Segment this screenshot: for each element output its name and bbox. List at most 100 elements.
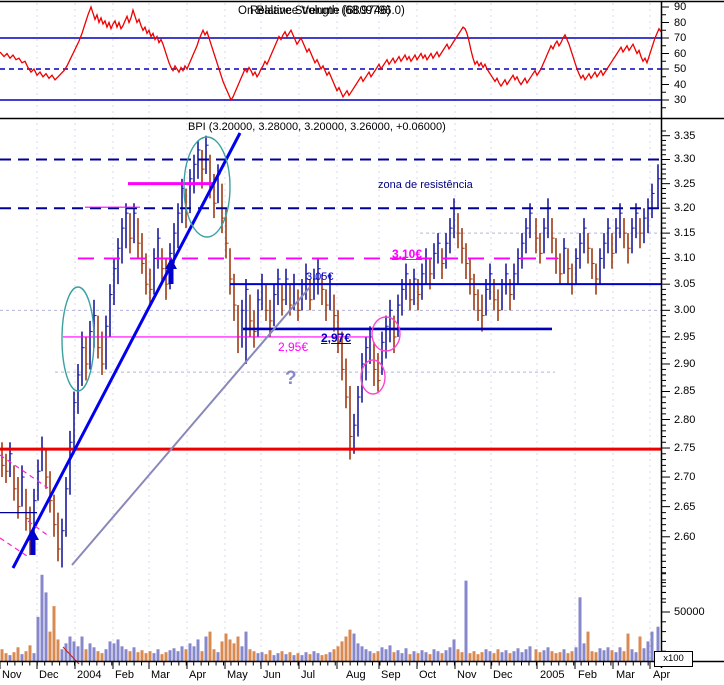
month-label: May xyxy=(227,669,248,681)
price-axis-label: 2.75 xyxy=(674,442,696,455)
month-label: Nov xyxy=(2,669,22,681)
volume-bar xyxy=(534,649,538,661)
volume-bar xyxy=(52,606,56,661)
volume-bar xyxy=(472,651,476,661)
volume-bar xyxy=(340,641,344,661)
volume-bar xyxy=(400,653,404,661)
month-label: Dec xyxy=(493,669,513,681)
volume-bar xyxy=(148,651,152,661)
volume-bar xyxy=(432,649,436,661)
volume-bar xyxy=(496,649,500,661)
volume-bar xyxy=(512,651,516,661)
volume-bar xyxy=(88,643,92,661)
volume-bar xyxy=(492,653,496,661)
volume-bar xyxy=(448,647,452,661)
volume-bar xyxy=(582,643,586,661)
volume-bar xyxy=(156,649,160,661)
volume-bar xyxy=(284,654,288,661)
month-label: 2005 xyxy=(540,669,565,681)
volume-bar xyxy=(594,652,598,661)
month-label: Apr xyxy=(653,669,671,681)
volume-bar xyxy=(440,653,444,661)
volume-bar xyxy=(76,646,80,661)
indicator-axis-label: 30 xyxy=(674,94,687,106)
price-axis-label: 2.90 xyxy=(674,357,696,370)
volume-bar xyxy=(276,653,280,661)
volume-bar xyxy=(404,648,408,661)
volume-bar xyxy=(180,646,184,661)
volume-bar xyxy=(328,652,332,661)
month-label: Apr xyxy=(189,669,207,681)
volume-bar xyxy=(384,649,388,661)
volume-bar xyxy=(92,647,96,661)
indicator-axis-label: 50 xyxy=(674,63,687,75)
volume-bar xyxy=(380,647,384,661)
indicator-axis-label: 40 xyxy=(674,78,687,91)
volume-bar xyxy=(280,651,284,661)
month-label: Nov xyxy=(457,669,477,681)
volume-bar xyxy=(554,653,558,661)
volume-bar xyxy=(550,651,554,661)
volume-bar xyxy=(4,653,8,661)
volume-bar xyxy=(112,643,116,661)
volume-bar xyxy=(392,652,396,661)
volume-bar xyxy=(508,653,512,661)
volume-bar xyxy=(256,653,260,661)
volume-bar xyxy=(574,647,578,661)
volume-bar xyxy=(152,653,156,661)
volume-bar xyxy=(60,649,64,661)
volume-bar xyxy=(272,655,276,661)
volume-bar xyxy=(452,639,456,661)
volume-bar xyxy=(468,653,472,661)
volume-axis-label: 50000 xyxy=(674,606,705,618)
volume-bar xyxy=(524,649,528,661)
volume-bar xyxy=(124,649,128,661)
volume-bar xyxy=(244,631,248,661)
volume-bar xyxy=(300,655,304,661)
volume-bar xyxy=(172,648,176,661)
price-axis-label: 3.20 xyxy=(674,202,696,215)
volume-bar xyxy=(32,653,36,661)
volume-bar xyxy=(216,652,220,661)
volume-bar xyxy=(578,597,582,661)
volume-bar xyxy=(500,652,504,661)
volume-bar xyxy=(504,650,508,661)
price-axis-label: 3.30 xyxy=(674,153,696,166)
volume-bar xyxy=(20,654,24,661)
volume-bar xyxy=(80,636,84,661)
volume-bar xyxy=(68,636,72,661)
volume-bar xyxy=(0,649,4,661)
volume-bar xyxy=(590,651,594,661)
volume-bar xyxy=(316,653,320,661)
volume-bar xyxy=(132,647,136,661)
volume-bar xyxy=(484,649,488,661)
volume-bar xyxy=(312,651,316,661)
volume-bar xyxy=(538,652,542,661)
price-axis-label: 3.00 xyxy=(674,304,696,317)
volume-bar xyxy=(144,653,148,661)
metastock-chart-window: On Balance Volume (6809796.0) Relative S… xyxy=(0,0,724,685)
volume-bar xyxy=(396,650,400,661)
volume-bar xyxy=(24,651,28,661)
indicator-title-rsi: Relative Strength (68.9746) xyxy=(250,5,391,17)
volume-bar xyxy=(356,643,360,661)
volume-bar xyxy=(56,639,60,661)
month-label: Sep xyxy=(381,669,401,681)
volume-bar xyxy=(622,651,626,661)
indicator-axis-label: 80 xyxy=(674,16,687,29)
trend-line xyxy=(71,286,311,566)
volume-bar xyxy=(376,651,380,661)
volume-bar xyxy=(240,646,244,661)
volume-bar xyxy=(634,652,638,661)
annotation-label: 3,05€ xyxy=(306,271,334,283)
volume-bar xyxy=(116,639,120,661)
volume-bar xyxy=(598,648,602,661)
volume-bar xyxy=(164,652,168,661)
price-panel-title: BPI (3.20000, 3.28000, 3.20000, 3.26000,… xyxy=(188,121,446,133)
volume-bar xyxy=(320,655,324,661)
volume-bar xyxy=(562,649,566,661)
volume-bar xyxy=(136,652,140,661)
volume-bar xyxy=(308,654,312,661)
annotation-label: 2,97€ xyxy=(321,331,352,345)
volume-bar xyxy=(480,652,484,661)
